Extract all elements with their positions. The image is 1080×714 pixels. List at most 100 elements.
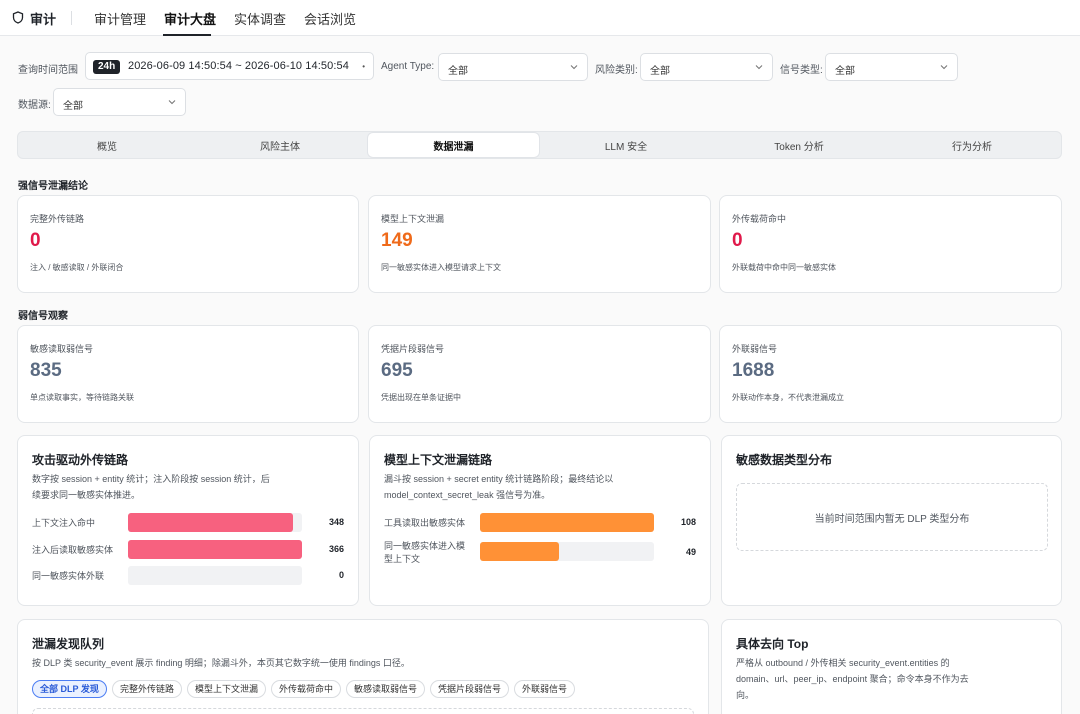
metric-card-model-context-leak[interactable]: 模型上下文泄漏 149 同一敏感实体进入模型请求上下文: [368, 195, 711, 293]
chip-outbound[interactable]: 外联弱信号: [514, 680, 576, 698]
dashboard-tabs: 概览 风险主体 数据泄漏 LLM 安全 Token 分析 行为分析: [17, 131, 1062, 159]
metric-label: 模型上下文泄漏: [381, 214, 445, 224]
nav-entity-investigation[interactable]: 实体调查: [234, 9, 286, 28]
signal-type-value: 全部: [835, 66, 855, 77]
desc-line: 严格从 outbound / 外传相关 security_event.entit…: [736, 658, 950, 668]
bar-fill: [480, 542, 559, 561]
bar-fill: [128, 540, 302, 559]
weak-signal-title: 弱信号观察: [18, 311, 68, 322]
risk-category-value: 全部: [650, 66, 670, 77]
bar-value: 49: [685, 547, 696, 557]
metric-card-payload-hit[interactable]: 外传载荷命中 0 外联载荷中命中同一敏感实体: [719, 195, 1062, 293]
model-chain-card: 模型上下文泄漏链路 漏斗按 session + secret entity 统计…: [369, 435, 711, 606]
tab-risk-subjects[interactable]: 风险主体: [194, 133, 366, 157]
metric-value: 0: [30, 230, 41, 251]
bar-label: 上下文注入命中: [32, 518, 96, 528]
metric-sub: 注入 / 敏感读取 / 外联闭合: [30, 263, 124, 272]
bar-value: 108: [680, 517, 696, 527]
desc-line: domain、url、peer_ip、endpoint 聚合；命令本身不作为去: [736, 674, 969, 684]
desc-line: 向。: [736, 690, 755, 700]
signal-type-select[interactable]: 全部: [825, 53, 958, 81]
metric-card-outbound[interactable]: 外联弱信号 1688 外联动作本身，不代表泄漏成立: [719, 325, 1062, 423]
metric-sub: 凭据出现在单条证据中: [381, 393, 461, 402]
attack-chain-title: 攻击驱动外传链路: [32, 453, 129, 467]
bar-track[interactable]: [128, 513, 302, 532]
leak-queue-card: 泄漏发现队列 按 DLP 类 security_event 展示 finding…: [17, 619, 709, 714]
tab-behavior-analysis[interactable]: 行为分析: [886, 133, 1058, 157]
nav-divider: [71, 11, 72, 25]
bar-track[interactable]: [128, 540, 302, 559]
range-dot-icon: •: [362, 62, 365, 71]
bar-value: 0: [338, 570, 344, 580]
model-chain-desc: 漏斗按 session + secret entity 统计链路阶段；最终结论以…: [384, 471, 613, 503]
data-source-value: 全部: [63, 101, 83, 112]
empty-state: 当前时间范围内暂无 DLP 类型分布: [736, 483, 1048, 551]
tab-data-leak[interactable]: 数据泄漏: [368, 133, 539, 157]
desc-line: 续要求同一敏感实体推进。: [32, 490, 141, 500]
bar-label: 同一敏感实体进入模 型上下文: [384, 540, 465, 566]
bar-track[interactable]: [128, 566, 302, 585]
metric-value: 0: [732, 230, 743, 251]
chip-model-context-leak[interactable]: 模型上下文泄漏: [187, 680, 267, 698]
metric-sub: 同一敏感实体进入模型请求上下文: [381, 263, 501, 272]
risk-category-select[interactable]: 全部: [640, 53, 773, 81]
bar-label-line: 型上下文: [384, 554, 421, 564]
bar-track[interactable]: [480, 542, 654, 561]
metric-card-credential-fragment[interactable]: 凭据片段弱信号 695 凭据出现在单条证据中: [368, 325, 711, 423]
desc-line: 数字按 session + entity 统计；注入阶段按 session 统计…: [32, 474, 270, 484]
top-nav: 审计 审计管理 审计大盘 实体调查 会话浏览: [0, 0, 1080, 36]
signal-type-label: 信号类型:: [780, 65, 823, 76]
metric-sub: 外联动作本身，不代表泄漏成立: [732, 393, 844, 402]
range-badge: 24h: [93, 60, 121, 74]
bar-value: 366: [328, 544, 344, 554]
bar-label: 同一敏感实体外联: [32, 571, 105, 581]
metric-card-sensitive-read[interactable]: 敏感读取弱信号 835 单点读取事实，等待链路关联: [17, 325, 359, 423]
queue-list-area: [32, 708, 694, 714]
brand[interactable]: 审计: [12, 9, 56, 28]
bar-fill: [480, 513, 654, 532]
agent-type-select[interactable]: 全部: [438, 53, 588, 81]
dlp-distribution-title: 敏感数据类型分布: [736, 453, 833, 467]
brand-title: 审计: [30, 12, 57, 27]
bar-label-line: 同一敏感实体进入模: [384, 541, 466, 551]
metric-label: 外联弱信号: [732, 344, 778, 354]
tab-overview[interactable]: 概览: [21, 133, 193, 157]
nav-active-indicator: [163, 34, 211, 36]
metric-label: 完整外传链路: [30, 214, 85, 224]
metric-card-full-exfil[interactable]: 完整外传链路 0 注入 / 敏感读取 / 外联闭合: [17, 195, 359, 293]
bar-track[interactable]: [480, 513, 654, 532]
top-destinations-title: 具体去向 Top: [736, 637, 809, 651]
metric-value: 1688: [732, 360, 775, 381]
bar-value: 348: [328, 517, 344, 527]
data-source-select[interactable]: 全部: [53, 88, 186, 116]
top-destinations-card: 具体去向 Top 严格从 outbound / 外传相关 security_ev…: [721, 619, 1062, 714]
chip-payload-hit[interactable]: 外传载荷命中: [271, 680, 342, 698]
attack-chain-desc: 数字按 session + entity 统计；注入阶段按 session 统计…: [32, 471, 270, 503]
metric-sub: 外联载荷中命中同一敏感实体: [732, 263, 836, 272]
top-destinations-desc: 严格从 outbound / 外传相关 security_event.entit…: [736, 655, 1056, 703]
desc-line: 漏斗按 session + secret entity 统计链路阶段；最终结论以: [384, 474, 614, 484]
chip-all-dlp[interactable]: 全部 DLP 发现: [32, 680, 107, 698]
desc-line: model_context_secret_leak 强信号为准。: [384, 490, 551, 500]
nav-session-browse[interactable]: 会话浏览: [304, 9, 356, 28]
tab-token-analysis[interactable]: Token 分析: [713, 133, 885, 157]
metric-value: 835: [30, 360, 62, 381]
nav-audit-dashboard[interactable]: 审计大盘: [164, 9, 216, 28]
time-range-picker[interactable]: 24h 2026-06-09 14:50:54 ~ 2026-06-10 14:…: [85, 52, 374, 80]
dlp-distribution-card: 敏感数据类型分布 当前时间范围内暂无 DLP 类型分布: [721, 435, 1062, 606]
strong-signal-title: 强信号泄漏结论: [18, 181, 88, 192]
metric-value: 149: [381, 230, 413, 251]
data-source-label: 数据源:: [18, 100, 51, 111]
agent-type-label: Agent Type:: [381, 61, 435, 72]
tab-llm-security[interactable]: LLM 安全: [540, 133, 712, 157]
chevron-down-icon: [755, 65, 763, 70]
chevron-down-icon: [168, 100, 176, 105]
metric-label: 凭据片段弱信号: [381, 344, 445, 354]
risk-category-label: 风险类别:: [595, 65, 638, 76]
chevron-down-icon: [570, 65, 578, 70]
chip-credential-fragment[interactable]: 凭据片段弱信号: [430, 680, 510, 698]
range-text: 2026-06-09 14:50:54 ~ 2026-06-10 14:50:5…: [128, 60, 349, 72]
nav-audit-management[interactable]: 审计管理: [94, 9, 146, 28]
chip-full-exfil[interactable]: 完整外传链路: [112, 680, 183, 698]
chip-sensitive-read[interactable]: 敏感读取弱信号: [346, 680, 426, 698]
